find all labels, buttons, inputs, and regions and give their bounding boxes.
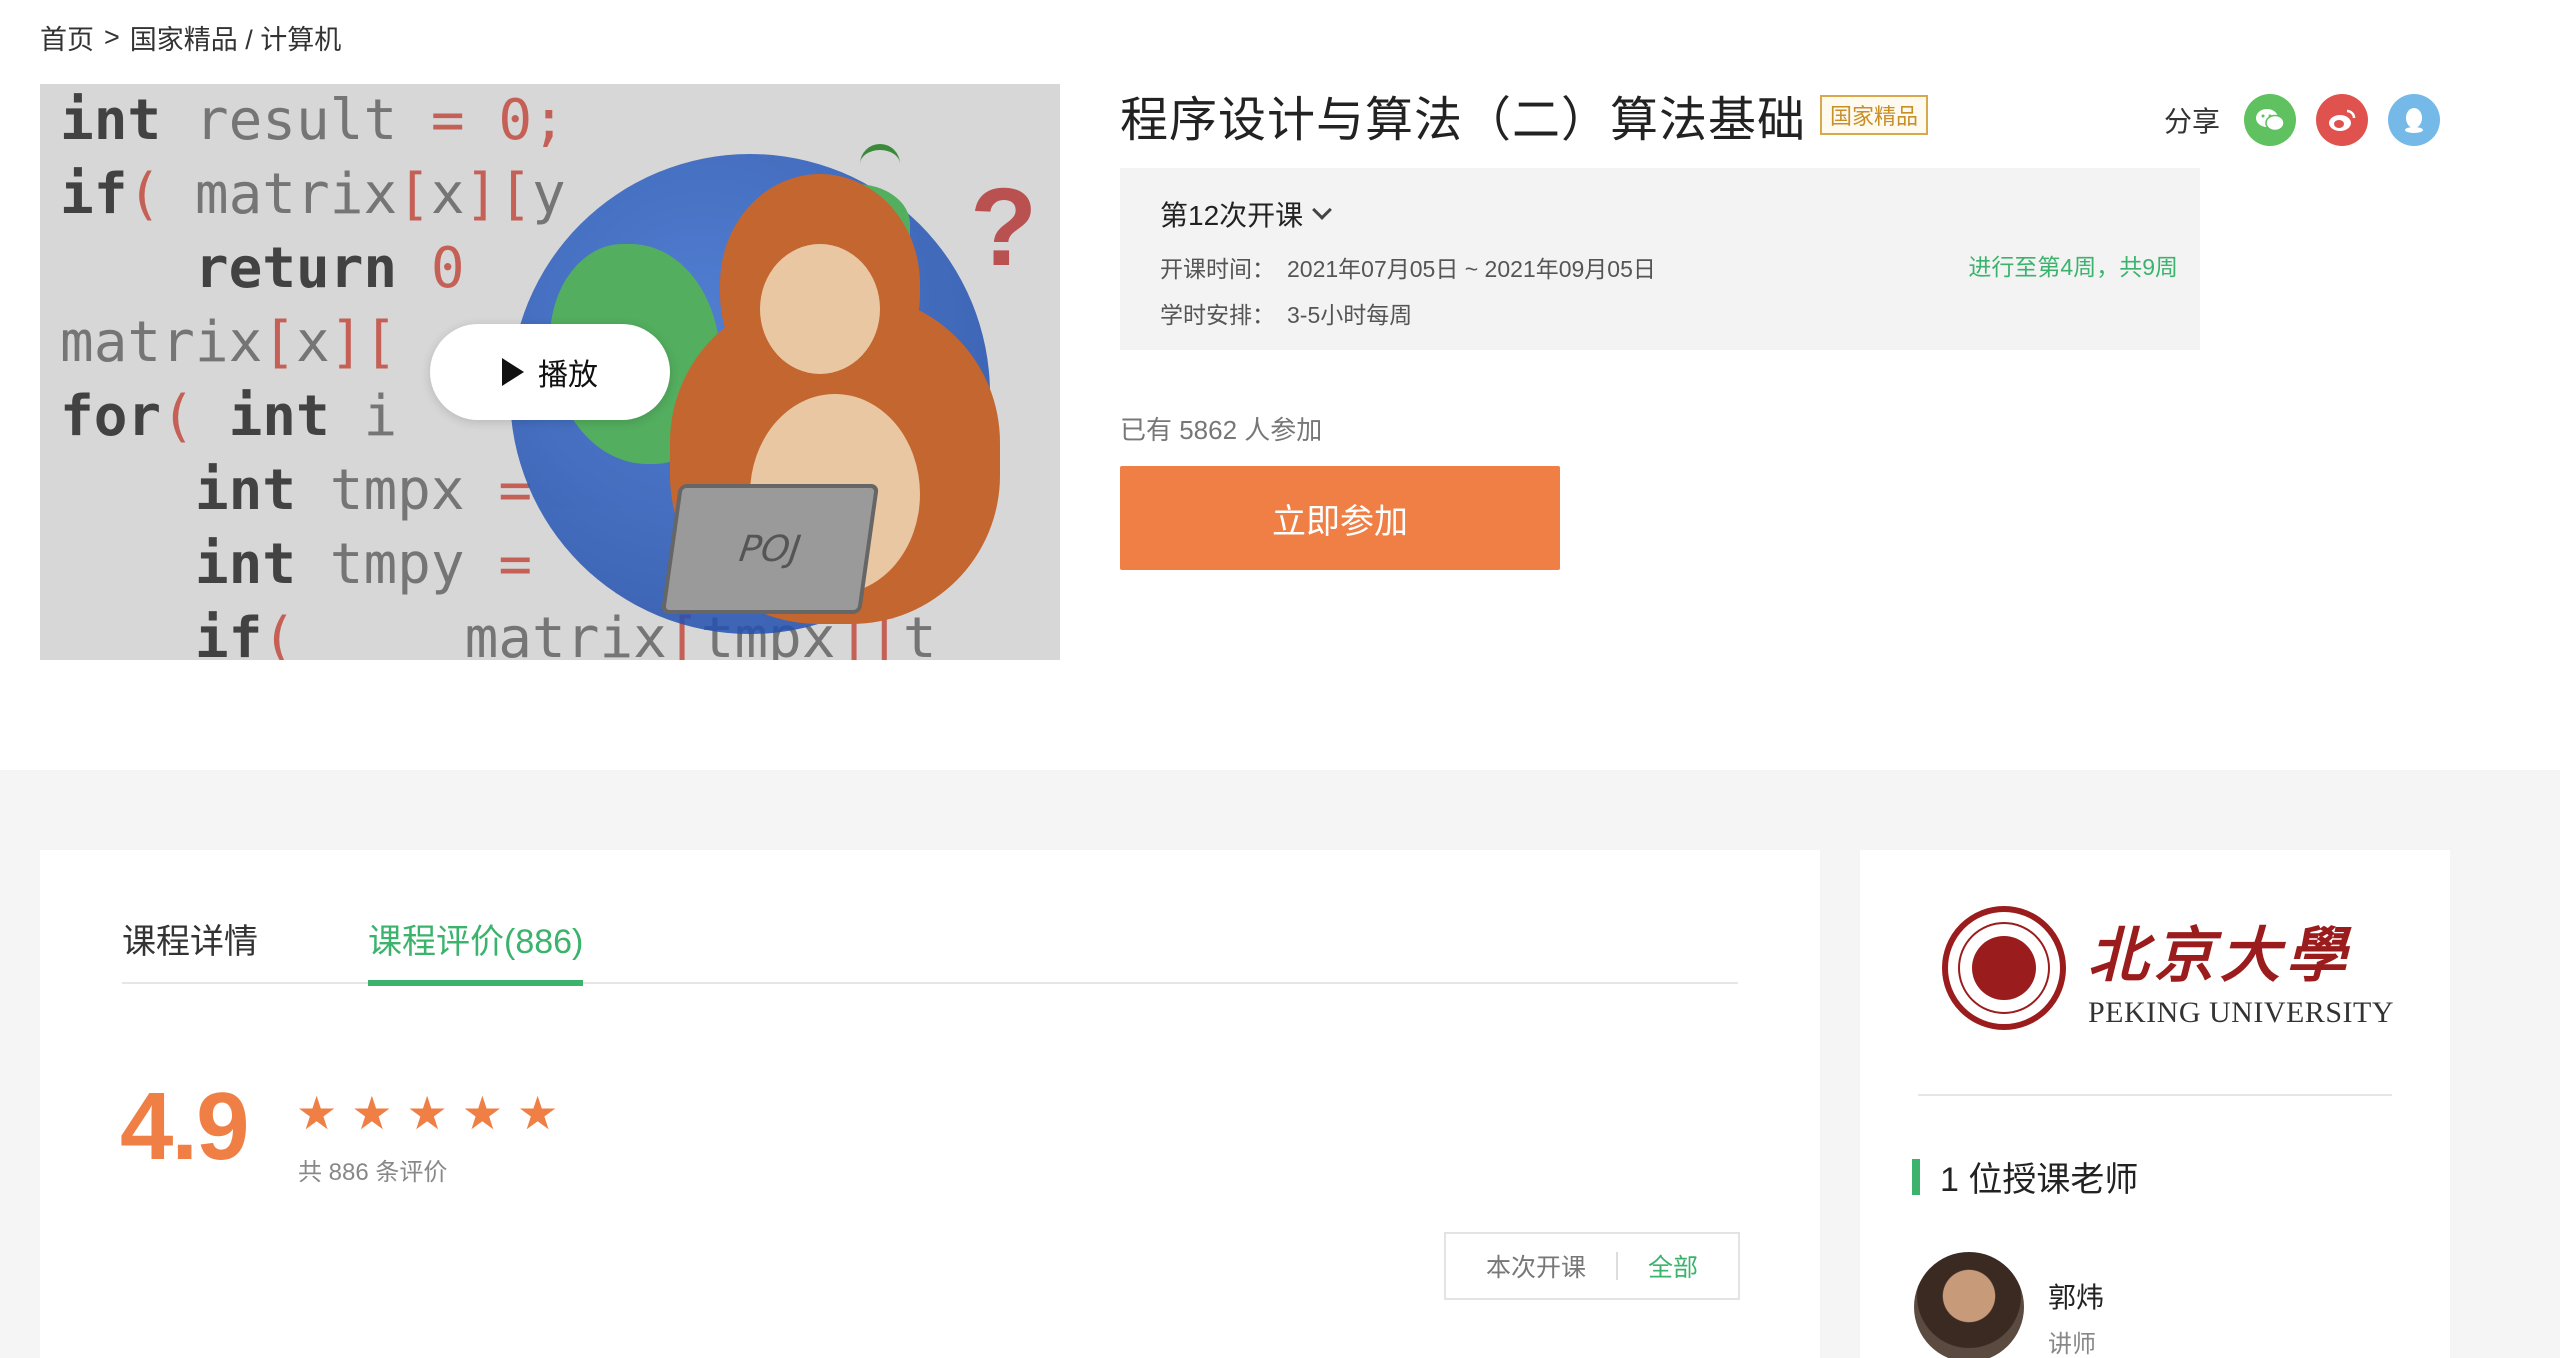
session-hours: 学时安排： 3-5小时每周 <box>1160 296 2160 330</box>
tab-course-details[interactable]: 课程详情 <box>122 850 258 984</box>
star-icon: ★ <box>296 1087 338 1139</box>
session-hours-value: 3-5小时每周 <box>1287 302 1413 328</box>
breadcrumb-category[interactable]: 国家精品 / 计算机 <box>130 18 342 57</box>
star-icon: ★ <box>517 1087 559 1139</box>
play-button[interactable]: 播放 <box>430 324 670 420</box>
laptop-label: POJ <box>660 484 880 614</box>
session-dates-value: 2021年07月05日 ~ 2021年09月05日 <box>1287 256 1656 282</box>
share-bar: 分享 <box>2164 94 2441 146</box>
teacher-name[interactable]: 郭炜 <box>2048 1276 2104 1316</box>
review-filter: 本次开课 全部 <box>1444 1232 1740 1300</box>
session-selector-label: 第12次开课 <box>1160 200 1304 231</box>
breadcrumb: 首页 > 国家精品 / 计算机 <box>40 18 341 57</box>
qq-share-icon[interactable] <box>2388 94 2441 146</box>
breadcrumb-separator: > <box>104 22 120 52</box>
participant-count: 已有 5862 人参加 <box>1120 415 1323 445</box>
school-card: 北京大學 PEKING UNIVERSITY 1 位授课老师 郭炜 讲师 <box>1860 850 2450 1358</box>
share-label: 分享 <box>2164 106 2221 137</box>
course-title-row: 程序设计与算法（二）算法基础 国家精品 <box>1120 80 1929 150</box>
teachers-heading: 1 位授课老师 <box>1912 1152 2138 1201</box>
divider <box>1918 1094 2392 1096</box>
course-tabs: 课程详情 课程评价(886) <box>122 850 1738 986</box>
session-dates-label: 开课时间： <box>1160 256 1275 282</box>
university-logo[interactable]: 北京大學 PEKING UNIVERSITY <box>1942 906 2394 1030</box>
star-icon: ★ <box>461 1087 503 1139</box>
filter-current-session[interactable]: 本次开课 <box>1456 1248 1616 1284</box>
wechat-share-icon[interactable] <box>2244 94 2297 146</box>
rating-score: 4.9 <box>120 1073 249 1180</box>
chevron-down-icon <box>1312 200 1333 220</box>
star-icon: ★ <box>351 1087 393 1139</box>
university-name-cn: 北京大學 <box>2088 920 2352 991</box>
tab-course-reviews[interactable]: 课程评价(886) <box>368 850 584 986</box>
play-button-label: 播放 <box>538 359 598 392</box>
course-content-card: 课程详情 课程评价(886) 4.9 ★ ★ ★ ★ ★ 共 886 条评价 本… <box>40 850 1820 1358</box>
monkey-mascot-illustration: POJ <box>650 144 1030 660</box>
star-icon: ★ <box>406 1087 448 1139</box>
heading-accent-bar <box>1912 1158 1920 1195</box>
rating-count: 共 886 条评价 <box>298 1159 448 1186</box>
lower-section: 课程详情 课程评价(886) 4.9 ★ ★ ★ ★ ★ 共 886 条评价 本… <box>0 770 2560 1358</box>
teacher-role: 讲师 <box>2048 1331 2096 1358</box>
session-selector[interactable]: 第12次开课 <box>1160 194 2160 234</box>
session-info-panel: 第12次开课 开课时间： 2021年07月05日 ~ 2021年09月05日 学… <box>1120 168 2200 350</box>
filter-all[interactable]: 全部 <box>1618 1248 1728 1284</box>
university-name-en: PEKING UNIVERSITY <box>2088 995 2394 1029</box>
course-video[interactable]: int result = 0; if( matrix[x][y return 0… <box>40 84 1060 660</box>
teachers-count: 1 位授课老师 <box>1940 1161 2139 1199</box>
rating-stars: ★ ★ ★ ★ ★ <box>296 1090 558 1136</box>
national-quality-badge: 国家精品 <box>1820 95 1929 135</box>
play-icon <box>502 358 524 386</box>
university-seal-icon <box>1942 906 2066 1030</box>
join-course-button[interactable]: 立即参加 <box>1120 466 1560 570</box>
course-title: 程序设计与算法（二）算法基础 <box>1120 94 1807 147</box>
avatar[interactable] <box>1914 1252 2024 1358</box>
breadcrumb-home[interactable]: 首页 <box>40 18 94 57</box>
weibo-share-icon[interactable] <box>2316 94 2369 146</box>
session-progress: 进行至第4周，共9周 <box>1968 254 2178 280</box>
session-hours-label: 学时安排： <box>1160 302 1275 328</box>
teacher-item[interactable]: 郭炜 讲师 <box>1914 1252 2104 1358</box>
